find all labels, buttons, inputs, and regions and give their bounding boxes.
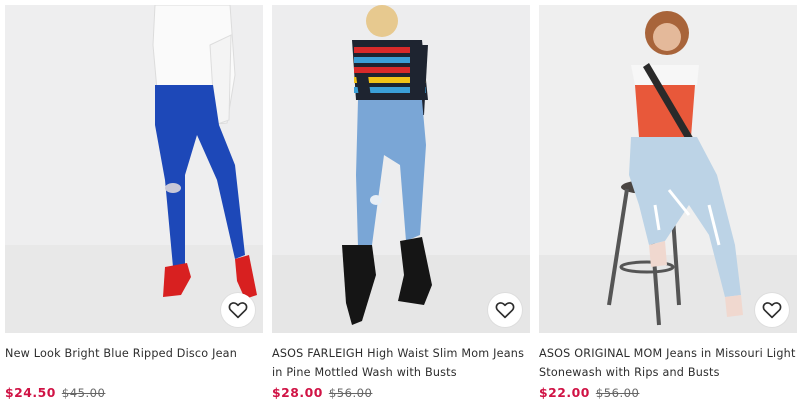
wishlist-button[interactable]	[488, 293, 522, 327]
original-price: $56.00	[595, 386, 640, 400]
product-image[interactable]	[5, 5, 263, 333]
heart-outline-icon	[762, 302, 782, 319]
product-title[interactable]: ASOS FARLEIGH High Waist Slim Mom Jeans …	[272, 344, 530, 384]
product-card[interactable]: New Look Bright Blue Ripped Disco Jean $…	[5, 5, 263, 400]
model-photo	[539, 5, 797, 333]
product-title[interactable]: ASOS ORIGINAL MOM Jeans in Missouri Ligh…	[539, 344, 797, 384]
price-row: $22.00 $56.00	[539, 385, 639, 400]
price-row: $28.00 $56.00	[272, 385, 372, 400]
sale-price: $24.50	[5, 385, 56, 400]
heart-outline-icon	[228, 302, 248, 319]
price-row: $24.50 $45.00	[5, 385, 105, 400]
model-photo	[5, 5, 263, 333]
wishlist-button[interactable]	[221, 293, 255, 327]
product-image[interactable]	[272, 5, 530, 333]
wishlist-button[interactable]	[755, 293, 789, 327]
heart-outline-icon	[495, 302, 515, 319]
product-image[interactable]	[539, 5, 797, 333]
sale-price: $28.00	[272, 385, 323, 400]
product-grid: New Look Bright Blue Ripped Disco Jean $…	[0, 0, 800, 408]
model-photo	[272, 5, 530, 333]
original-price: $45.00	[61, 386, 106, 400]
product-card[interactable]: ASOS ORIGINAL MOM Jeans in Missouri Ligh…	[539, 5, 797, 400]
product-card[interactable]: ASOS FARLEIGH High Waist Slim Mom Jeans …	[272, 5, 530, 400]
sale-price: $22.00	[539, 385, 590, 400]
original-price: $56.00	[328, 386, 373, 400]
product-title[interactable]: New Look Bright Blue Ripped Disco Jean	[5, 344, 263, 384]
